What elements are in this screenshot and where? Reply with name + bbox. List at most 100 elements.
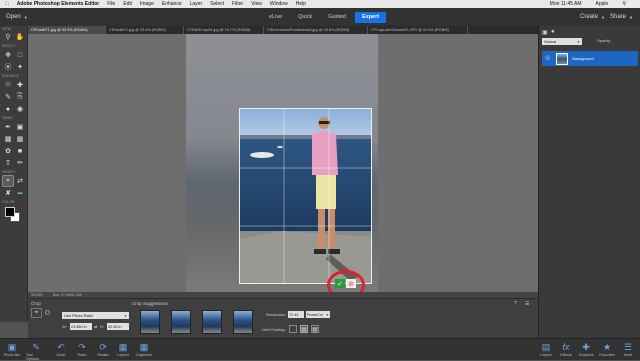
visibility-eye-icon[interactable]: ☉	[545, 55, 550, 62]
create-button[interactable]: Create ▼	[580, 14, 605, 20]
menu-select[interactable]: Select	[210, 1, 224, 7]
commit-crop-button[interactable]: ✓	[335, 279, 345, 288]
mode-quick[interactable]: Quick	[291, 12, 319, 23]
more-button[interactable]: ☰ More	[618, 341, 638, 357]
tab-doc-1[interactable]: CRXwikiT1.jpg @ 33.3% (RGB/8)	[28, 26, 106, 34]
recompose-tool-icon[interactable]: ⇄	[15, 176, 25, 186]
create-label: Create	[580, 14, 599, 20]
photo-bin-button[interactable]: ▣ Photo Bin	[2, 341, 22, 357]
crop-region[interactable]	[239, 108, 372, 284]
more-label: More	[623, 353, 633, 357]
graphics-button[interactable]: ✚ Graphics	[576, 341, 596, 357]
smart-brush-icon[interactable]: ✎	[3, 92, 13, 102]
brush-tool-icon[interactable]: ✒	[3, 122, 13, 132]
quick-selection-icon[interactable]: ✦	[15, 62, 25, 72]
canvas-area[interactable]: ✓ ⊘	[28, 34, 538, 300]
tab-doc-2[interactable]: CRXwikiT2.jpg @ 33.4% (RGB/8)	[106, 26, 184, 34]
menu-enhance[interactable]: Enhance	[162, 1, 182, 7]
grid-none-button[interactable]	[289, 325, 297, 333]
zoom-level[interactable]: 33.33%	[31, 293, 43, 297]
shape-tool-icon[interactable]: ■	[15, 146, 25, 156]
crop-radio[interactable]	[45, 310, 50, 315]
photo-bin-icon: ▣	[7, 342, 17, 352]
layer-thumbnail	[556, 52, 569, 65]
crop-suggestion-1[interactable]	[140, 310, 160, 334]
menu-layer[interactable]: Layer	[190, 1, 203, 7]
grid-overlay-label: Grid Overlay:	[262, 327, 286, 332]
resolution-unit-select[interactable]: Pixels/Cm ▼	[306, 311, 330, 318]
straighten-tool-icon[interactable]: ▬	[15, 188, 25, 198]
content-aware-move-icon[interactable]: ✘	[3, 188, 13, 198]
resolution-field[interactable]: 72.44	[288, 311, 304, 318]
layers-button[interactable]: ▤ Layers	[536, 341, 556, 357]
crop-suggestion-4[interactable]	[233, 310, 253, 334]
open-label: Open	[6, 14, 21, 20]
effects-button[interactable]: fx Effects	[556, 341, 576, 357]
open-button[interactable]: Open ▼	[6, 14, 28, 20]
tab-doc-4[interactable]: CSfxGraricedFroetlosiest3.jpg @ 43.8% (R…	[264, 26, 368, 34]
sponge-tool-icon[interactable]: ◉	[15, 104, 25, 114]
apple-icon[interactable]: 	[5, 1, 9, 7]
menu-filter[interactable]: Filter	[232, 1, 243, 7]
document-tabs: CRXwikiT1.jpg @ 33.3% (RGB/8) CRXwikiT2.…	[28, 26, 538, 34]
redo-button[interactable]: ↷ Redo	[72, 341, 92, 357]
menu-view[interactable]: View	[251, 1, 262, 7]
marquee-tool-icon[interactable]: □	[15, 50, 25, 60]
blend-mode-select[interactable]: Normal ▼	[542, 38, 582, 45]
mode-guided[interactable]: Guided	[321, 12, 353, 23]
spot-healing-icon[interactable]: ✚	[15, 80, 25, 90]
rotate-button[interactable]: ⟳ Rotate	[93, 341, 113, 357]
crop-tool-icon[interactable]: ⌖	[2, 175, 14, 187]
grid-thirds-button[interactable]: ▦	[300, 325, 308, 333]
grid-full-button[interactable]: ▦	[311, 325, 319, 333]
move-tool-icon[interactable]: ✥	[3, 50, 13, 60]
panel-menu-icon[interactable]: ☰	[525, 301, 529, 307]
favorites-button[interactable]: ★ Favorites	[597, 341, 617, 357]
clock: Mon 11:45 AM	[549, 1, 582, 7]
opacity-label: Opacity:	[597, 39, 611, 43]
tool-options-button[interactable]: ✎ Tool Options	[26, 341, 46, 361]
crop-suggestion-3[interactable]	[202, 310, 222, 334]
lock-icon[interactable]: ●	[551, 29, 555, 35]
new-layer-icon[interactable]: ▣	[542, 29, 548, 36]
undo-button[interactable]: ↶ Undo	[51, 341, 71, 357]
crop-mode-icon[interactable]: ⌖	[31, 308, 42, 318]
effects-icon: fx	[562, 342, 570, 352]
aspect-ratio-select[interactable]: Use Photo Ratio ▼	[62, 312, 129, 319]
menu-window[interactable]: Window	[270, 1, 288, 7]
mode-expert[interactable]: Expert	[354, 11, 387, 23]
crop-suggestion-2[interactable]	[171, 310, 191, 334]
zoom-tool-icon[interactable]: ⚲	[3, 32, 13, 42]
search-icon[interactable]: ⚲	[622, 1, 626, 7]
tab-doc-5[interactable]: CFCapLakeSunsetGS.JPG @ 62.5% (RGB/8)	[368, 26, 468, 34]
menu-image[interactable]: Image	[140, 1, 154, 7]
clone-stamp-icon[interactable]: ⎘	[15, 92, 25, 102]
help-icon[interactable]: ?	[514, 301, 517, 307]
share-button[interactable]: Share ▼	[610, 14, 633, 20]
tab-doc-3[interactable]: CTRAHCrop04.jpg @ 16.7% (RGB/8)	[184, 26, 264, 34]
gradient-tool-icon[interactable]: ▦	[15, 134, 25, 144]
eye-tool-icon[interactable]: ☉	[3, 80, 13, 90]
cancel-crop-button[interactable]: ⊘	[346, 279, 356, 288]
color-picker-icon[interactable]: ✿	[3, 146, 13, 156]
width-field[interactable]: 24.589 in	[70, 323, 92, 330]
swap-dimensions-icon[interactable]: ⇄	[94, 324, 97, 329]
user-name[interactable]: Apple	[596, 1, 609, 7]
menu-help[interactable]: Help	[296, 1, 306, 7]
lasso-tool-icon[interactable]: ⦿	[3, 62, 13, 72]
pencil-tool-icon[interactable]: ✏	[15, 158, 25, 168]
hand-tool-icon[interactable]: ✋	[15, 32, 25, 42]
eraser-tool-icon[interactable]: ▣	[15, 122, 25, 132]
height-field[interactable]: 32.56 in	[107, 323, 129, 330]
blend-mode-value: Normal	[544, 39, 557, 44]
mode-elive[interactable]: eLive	[262, 12, 289, 23]
app-name-menu[interactable]: Adobe Photoshop Elements Editor	[17, 1, 100, 7]
menu-file[interactable]: File	[107, 1, 115, 7]
layout-button[interactable]: ▦ Layout	[113, 341, 133, 357]
layer-background-row[interactable]: ☉ Background	[542, 51, 638, 66]
blur-tool-icon[interactable]: ●	[3, 104, 13, 114]
paint-bucket-icon[interactable]: ▩	[3, 134, 13, 144]
type-tool-icon[interactable]: T	[3, 158, 13, 168]
menu-edit[interactable]: Edit	[123, 1, 132, 7]
organizer-button[interactable]: ▦ Organizer	[134, 341, 154, 357]
